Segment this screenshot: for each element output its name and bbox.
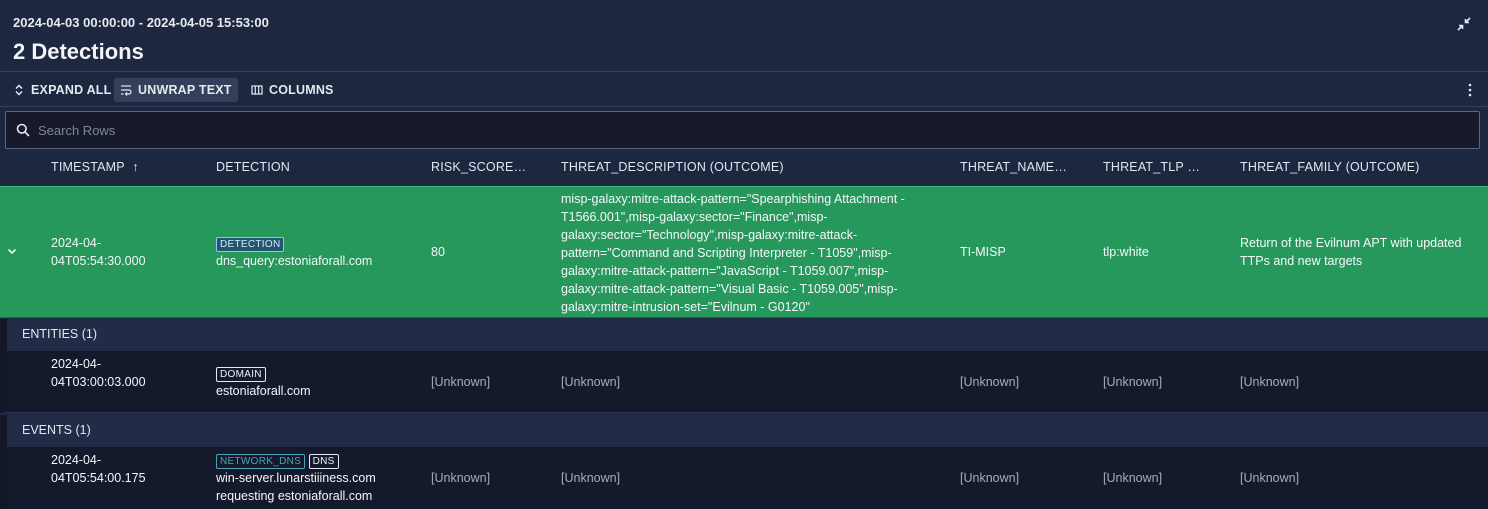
columns-label: COLUMNS <box>269 83 334 97</box>
event-threat-description: [Unknown] <box>561 471 621 485</box>
entity-risk: [Unknown] <box>431 375 491 389</box>
unwrap-text-label: UNWRAP TEXT <box>138 83 232 97</box>
event-timestamp: 2024-04- 04T05:54:00.175 <box>51 453 146 485</box>
column-header-threat-name[interactable]: THREAT_NAME… <box>960 160 1067 174</box>
column-header-threat-description[interactable]: THREAT_DESCRIPTION (OUTCOME) <box>561 160 784 174</box>
column-header-timestamp[interactable]: TIMESTAMP ↑ <box>51 160 139 174</box>
columns-button[interactable]: COLUMNS <box>245 78 340 102</box>
dns-tag: DNS <box>308 454 339 469</box>
column-header-detection[interactable]: DETECTION <box>216 160 290 174</box>
event-name-line1: win-server.lunarstiiiness.com <box>216 471 376 485</box>
entity-timestamp: 2024-04- 04T03:00:03.000 <box>51 357 146 389</box>
network-dns-tag: NETWORK_DNS <box>216 454 306 469</box>
toolbar: EXPAND ALL UNWRAP TEXT COLUMNS <box>0 73 1488 107</box>
event-threat-name: [Unknown] <box>960 471 1020 485</box>
entity-threat-family: [Unknown] <box>1240 375 1300 389</box>
expand-all-icon <box>15 84 23 96</box>
domain-tag: DOMAIN <box>216 367 266 382</box>
detection-name: dns_query:estoniaforall.com <box>216 254 373 268</box>
column-header-threat-tlp[interactable]: THREAT_TLP … <box>1103 160 1200 174</box>
entity-threat-tlp: [Unknown] <box>1103 375 1163 389</box>
event-name-line2: requesting estoniaforall.com <box>216 489 373 503</box>
entity-name: estoniaforall.com <box>216 384 311 398</box>
event-risk: [Unknown] <box>431 471 491 485</box>
search-input[interactable] <box>38 112 1438 148</box>
entity-row[interactable]: 2024-04- 04T03:00:03.000 DOMAIN estoniaf… <box>0 351 1488 413</box>
threat-tlp: tlp:white <box>1103 245 1149 259</box>
events-section-header[interactable]: EVENTS (1) <box>0 415 1488 447</box>
collapse-icon[interactable] <box>1456 16 1472 32</box>
event-detection-cell: NETWORK_DNS DNS win-server.lunarstiiines… <box>216 451 376 505</box>
expand-all-button[interactable]: EXPAND ALL <box>7 78 117 102</box>
entity-threat-description: [Unknown] <box>561 375 621 389</box>
unwrap-text-icon <box>121 85 132 96</box>
detection-timestamp: 2024-04- 04T05:54:30.000 <box>51 236 146 268</box>
threat-description: misp-galaxy:mitre-attack-pattern="Spearp… <box>561 192 905 314</box>
threat-family: Return of the Evilnum APT with updated T… <box>1240 236 1462 268</box>
column-header-threat-family[interactable]: THREAT_FAMILY (OUTCOME) <box>1240 160 1420 174</box>
entity-threat-name: [Unknown] <box>960 375 1020 389</box>
expand-all-label: EXPAND ALL <box>31 83 112 97</box>
kebab-menu-icon[interactable] <box>1466 82 1474 98</box>
search-box <box>5 111 1480 149</box>
detection-cell: DETECTION dns_query:estoniaforall.com <box>216 234 372 270</box>
detection-tag: DETECTION <box>216 237 285 252</box>
page-title: 2 Detections <box>13 39 144 64</box>
search-icon <box>16 123 30 137</box>
column-header-risk-score[interactable]: RISK_SCORE… <box>431 160 526 174</box>
event-row[interactable]: 2024-04- 04T05:54:00.175 NETWORK_DNS DNS… <box>0 447 1488 509</box>
detection-row[interactable]: 2024-04- 04T05:54:30.000 DETECTION dns_q… <box>0 186 1488 318</box>
event-threat-family: [Unknown] <box>1240 471 1300 485</box>
chevron-down-icon[interactable] <box>6 245 18 257</box>
time-range: 2024-04-03 00:00:00 - 2024-04-05 15:53:0… <box>13 15 269 30</box>
entities-section-header[interactable]: ENTITIES (1) <box>0 319 1488 351</box>
entity-detection-cell: DOMAIN estoniaforall.com <box>216 364 311 400</box>
event-threat-tlp: [Unknown] <box>1103 471 1163 485</box>
header: 2024-04-03 00:00:00 - 2024-04-05 15:53:0… <box>0 0 1488 72</box>
risk-score: 80 <box>431 245 445 259</box>
sort-asc-icon: ↑ <box>132 160 139 174</box>
column-headers: TIMESTAMP ↑ DETECTION RISK_SCORE… THREAT… <box>0 152 1488 184</box>
columns-icon <box>251 85 263 95</box>
threat-name: TI-MISP <box>960 245 1006 259</box>
unwrap-text-button[interactable]: UNWRAP TEXT <box>114 78 238 102</box>
